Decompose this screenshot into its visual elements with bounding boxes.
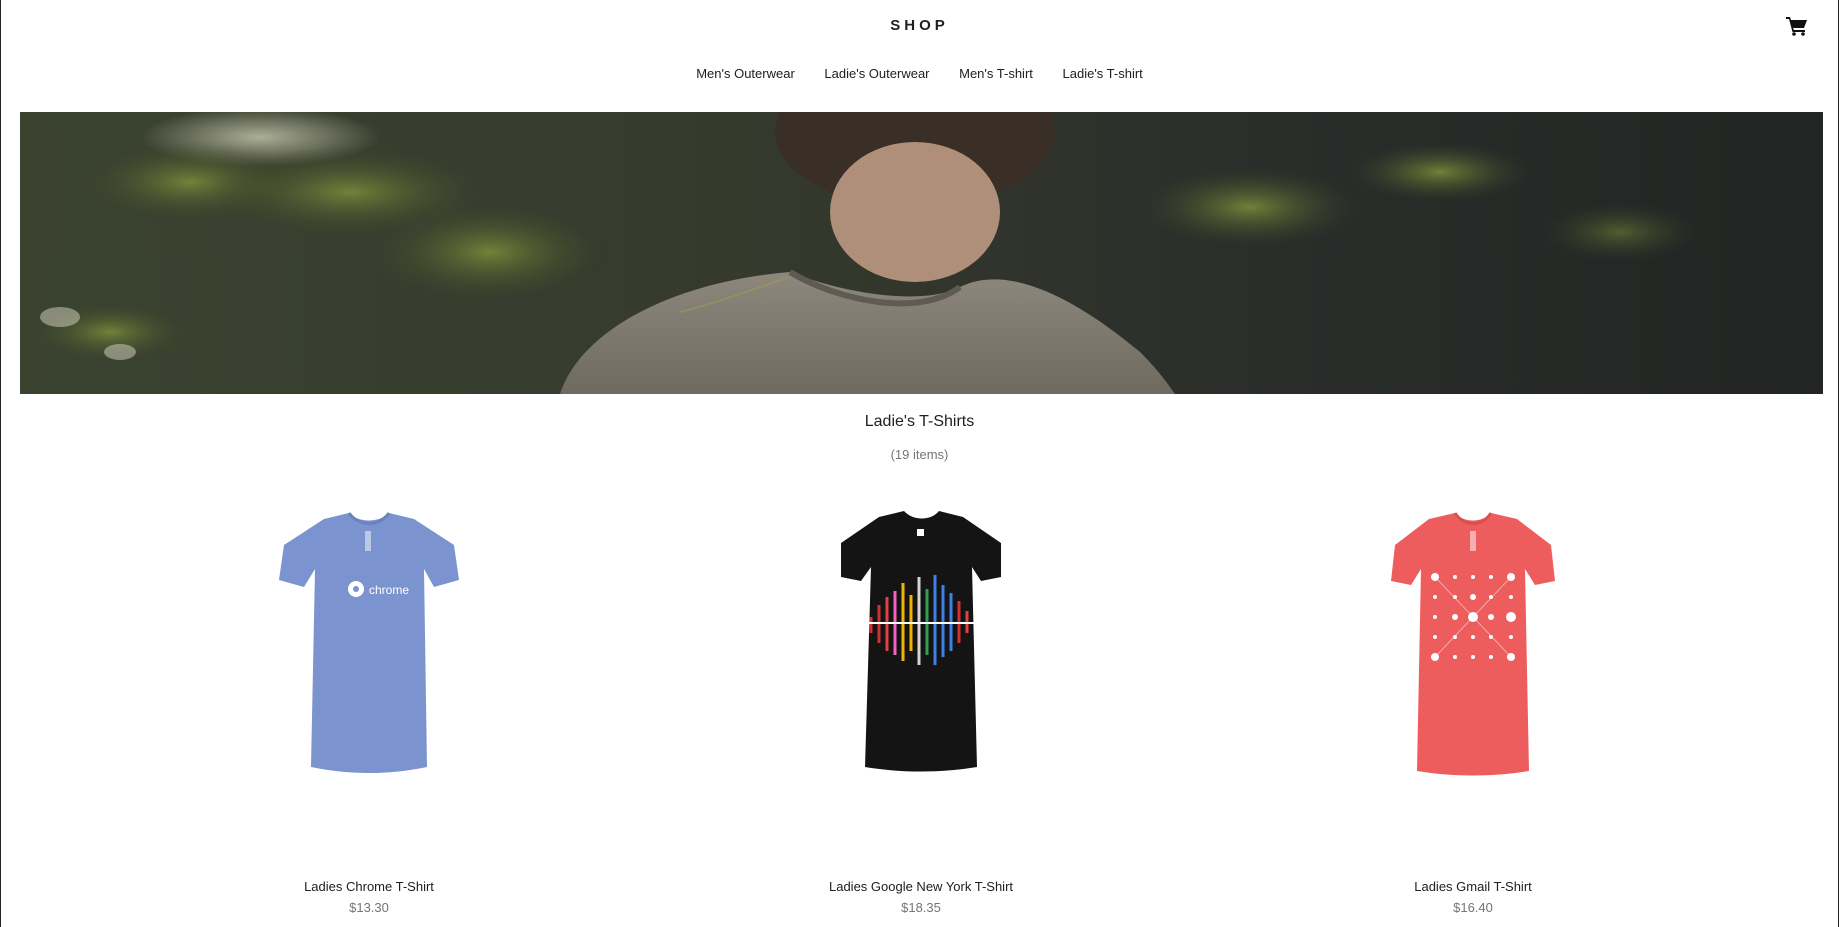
category-item-count: (19 items) — [890, 447, 949, 462]
product-name[interactable]: Ladies Chrome T-Shirt — [159, 879, 579, 894]
shopping-cart-icon[interactable] — [1786, 16, 1808, 36]
category-title: Ladie's T-Shirts — [864, 413, 975, 430]
nav-ladies-outerwear[interactable]: Ladie's Outerwear — [824, 66, 929, 81]
product-image[interactable] — [1353, 505, 1593, 795]
category-nav: Men's Outerwear Ladie's Outerwear Men's … — [1, 66, 1838, 81]
product-name[interactable]: Ladies Google New York T-Shirt — [711, 879, 1131, 894]
hero-banner-image — [20, 112, 1823, 394]
product-price: $16.40 — [1453, 900, 1493, 915]
nav-mens-outerwear[interactable]: Men's Outerwear — [696, 66, 795, 81]
product-image[interactable]: chrome — [249, 505, 489, 795]
svg-text:chrome: chrome — [369, 583, 409, 597]
nav-mens-tshirt[interactable]: Men's T-shirt — [959, 66, 1033, 81]
shop-logo[interactable]: SHOP — [1, 17, 1838, 34]
product-price: $13.30 — [349, 900, 389, 915]
product-image[interactable] — [801, 505, 1041, 795]
nav-ladies-tshirt[interactable]: Ladie's T-shirt — [1063, 66, 1143, 81]
product-name[interactable]: Ladies Gmail T-Shirt — [1263, 879, 1683, 894]
product-price: $18.35 — [901, 900, 941, 915]
product-card[interactable]: Ladies Gmail T-Shirt $16.40 — [1263, 505, 1683, 925]
product-card[interactable]: chrome Ladies Chrome T-Shirt $13.30 — [159, 505, 579, 925]
product-card[interactable]: Ladies Google New York T-Shirt $18.35 — [711, 505, 1131, 925]
shop-page: SHOP Men's Outerwear Ladie's Outerwear M… — [0, 0, 1839, 927]
